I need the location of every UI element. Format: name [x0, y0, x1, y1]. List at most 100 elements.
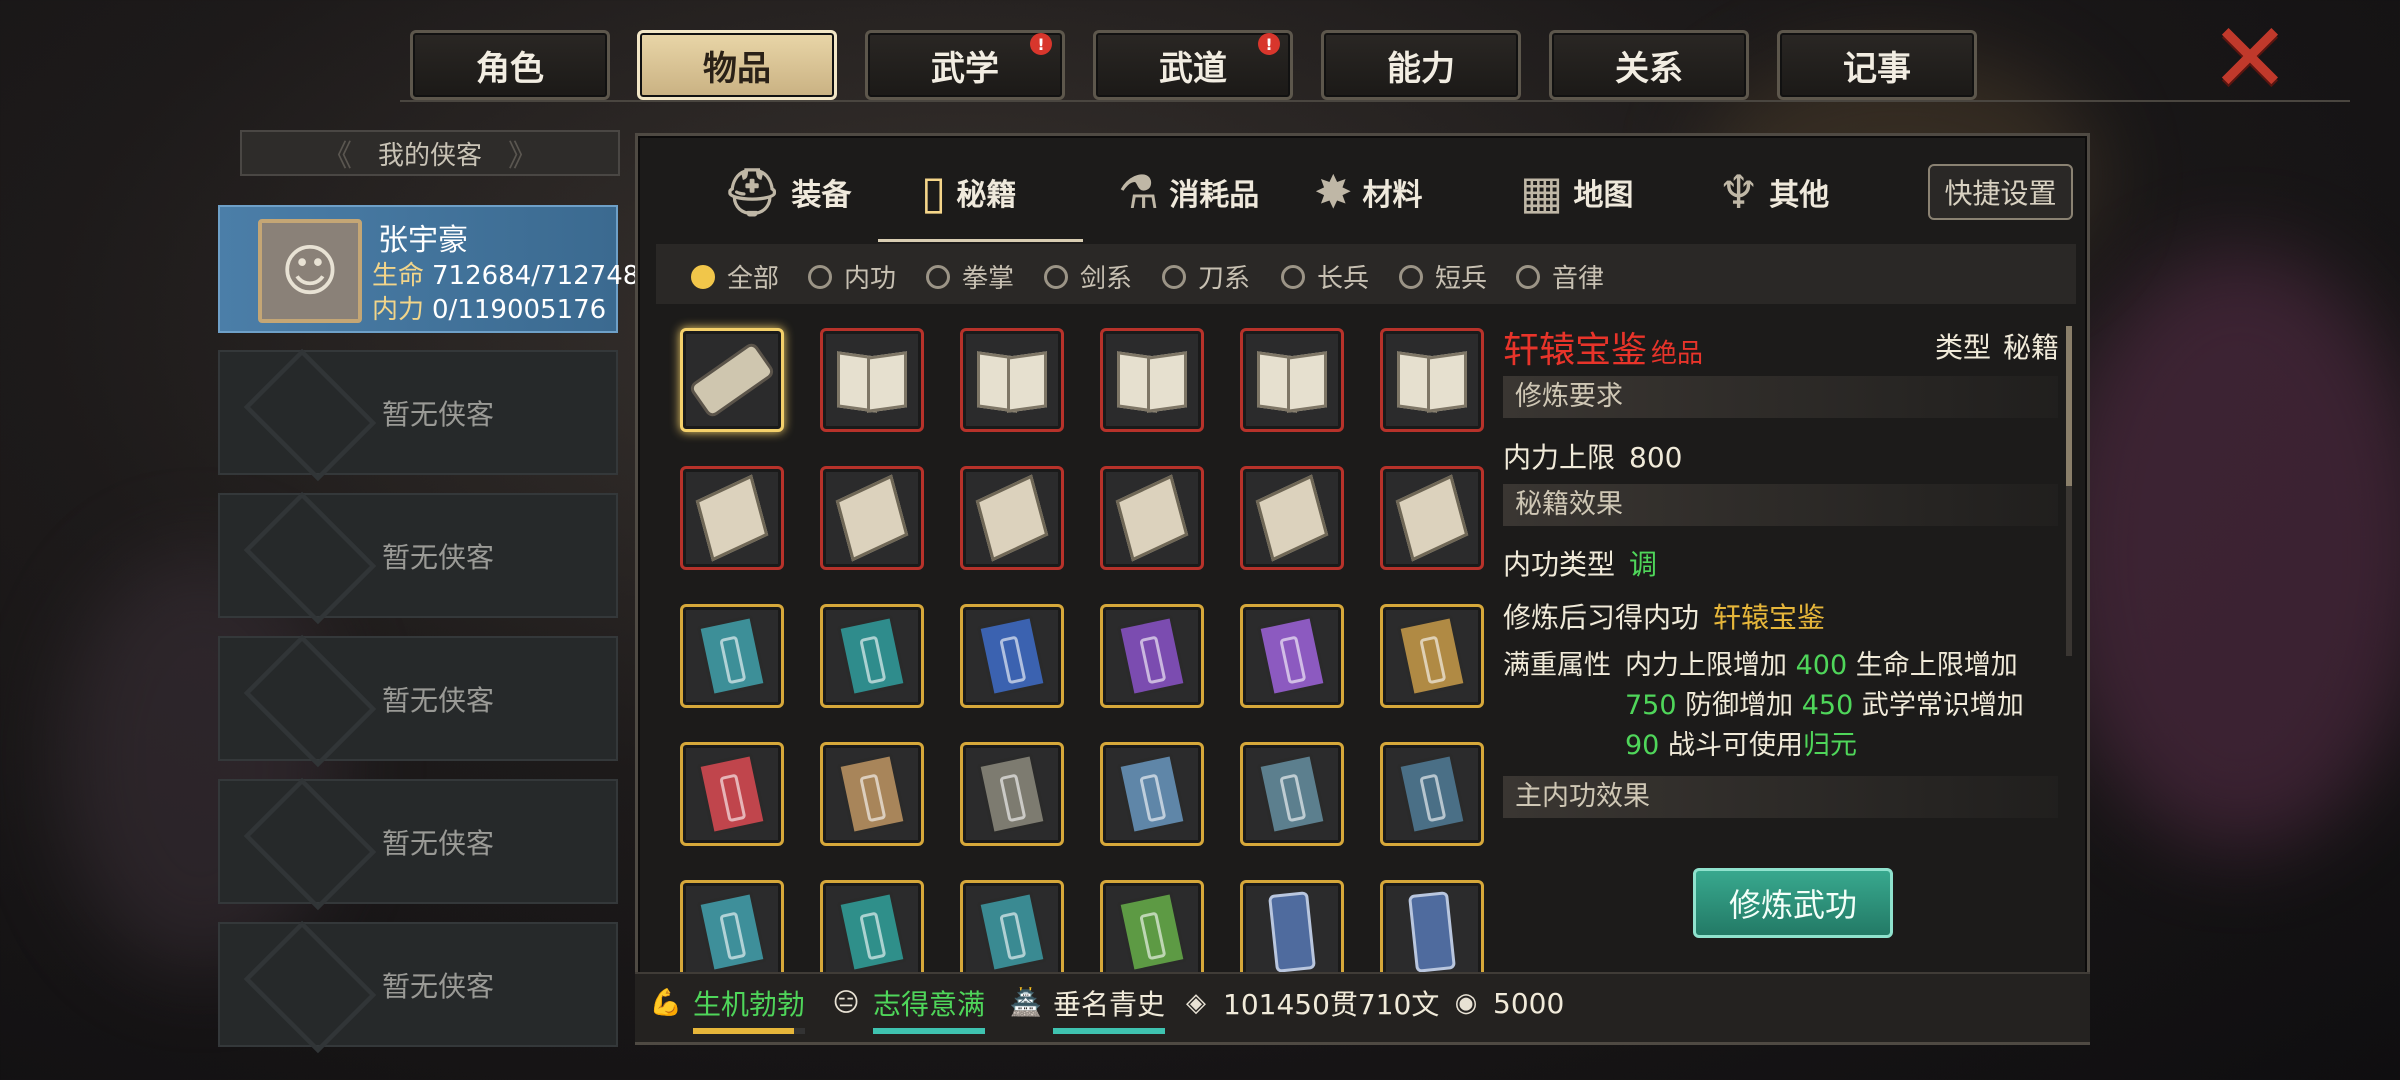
- worn-book-icon: [835, 474, 909, 562]
- item-slot[interactable]: [1100, 328, 1204, 432]
- item-slot[interactable]: [1100, 466, 1204, 570]
- radio-icon: [1281, 264, 1305, 289]
- top-tab[interactable]: 记事: [1777, 30, 1977, 100]
- category-tab[interactable]: ▦ 地图: [1520, 156, 1633, 228]
- worn-book-icon: [975, 474, 1049, 562]
- open-book-icon: [1117, 354, 1187, 406]
- item-slot[interactable]: [1100, 742, 1204, 846]
- category-label: 消耗品: [1169, 178, 1260, 213]
- item-slot[interactable]: [820, 880, 924, 984]
- filter-option[interactable]: 长兵: [1281, 258, 1369, 295]
- item-slot[interactable]: [680, 880, 784, 984]
- filter-label: 全部: [727, 264, 780, 294]
- filter-option[interactable]: 音律: [1516, 258, 1604, 295]
- top-tab[interactable]: 角色: [410, 30, 610, 100]
- item-slot[interactable]: [1100, 880, 1204, 984]
- status-bar: 💪 生机勃勃 😑 志得意满 🏯 垂名青史 ◈ 101450贯710文 ◉ 5000: [635, 972, 2090, 1042]
- filter-option[interactable]: 短兵: [1399, 258, 1487, 295]
- item-slot[interactable]: [1100, 604, 1204, 708]
- item-slot[interactable]: [1240, 328, 1344, 432]
- requirement-header: 修炼要求: [1503, 376, 2058, 418]
- attribute-text-part: 生命上限增加: [1847, 650, 2018, 681]
- item-slot[interactable]: [960, 604, 1064, 708]
- category-tab[interactable]: ▯ 秘籍: [921, 156, 1016, 228]
- empty-party-slot[interactable]: 暂无侠客: [218, 920, 618, 1054]
- top-tab-label: 记事: [1843, 48, 1911, 89]
- category-tab[interactable]: ♆ 其他: [1718, 156, 1829, 228]
- learn-value: 轩辕宝鉴: [1713, 601, 1826, 634]
- item-slot[interactable]: [1380, 466, 1484, 570]
- filter-option[interactable]: 全部: [691, 258, 779, 295]
- item-slot[interactable]: [960, 742, 1064, 846]
- category-tab[interactable]: ⚗ 消耗品: [1118, 156, 1259, 228]
- silhouette-icon: [243, 348, 377, 482]
- item-slot[interactable]: [680, 742, 784, 846]
- category-label: 材料: [1362, 178, 1423, 213]
- filter-option[interactable]: 内功: [808, 258, 896, 295]
- empty-party-slot[interactable]: 暂无侠客: [218, 491, 618, 625]
- item-slot[interactable]: [820, 466, 924, 570]
- item-slot[interactable]: [1240, 466, 1344, 570]
- inner-type-label: 内功类型: [1503, 548, 1616, 581]
- item-slot[interactable]: [1380, 742, 1484, 846]
- item-slot[interactable]: [960, 880, 1064, 984]
- manual-book-icon: [977, 890, 1047, 974]
- quick-settings-button[interactable]: 快捷设置: [1928, 164, 2073, 220]
- filter-label: 剑系: [1080, 264, 1133, 294]
- category-tab[interactable]: ✸ 材料: [1314, 156, 1423, 228]
- detail-scrollbar[interactable]: [2066, 326, 2072, 656]
- filter-option[interactable]: 剑系: [1044, 258, 1132, 295]
- learn-label: 修炼后习得内功: [1503, 601, 1700, 634]
- item-slot[interactable]: [680, 328, 784, 432]
- empty-party-slot[interactable]: 暂无侠客: [218, 634, 618, 768]
- radio-icon: [1044, 264, 1068, 289]
- empty-party-slot[interactable]: 暂无侠客: [218, 348, 618, 482]
- learn-line: 修炼后习得内功 轩辕宝鉴: [1503, 596, 1825, 636]
- filter-option[interactable]: 拳掌: [926, 258, 1014, 295]
- status-stat: 🏯 垂名青史: [1005, 982, 1165, 1024]
- category-label: 其他: [1769, 178, 1830, 213]
- open-book-icon: [1397, 354, 1467, 406]
- item-slot[interactable]: [820, 742, 924, 846]
- manual-book-icon: [697, 890, 767, 974]
- top-tab[interactable]: 武道!: [1093, 30, 1293, 100]
- empty-slot-label: 暂无侠客: [381, 683, 494, 717]
- train-skill-button[interactable]: 修炼武功: [1693, 868, 1893, 938]
- item-slot[interactable]: [680, 604, 784, 708]
- item-slot[interactable]: [820, 328, 924, 432]
- attribute-text-part: 战斗可使用: [1659, 730, 1803, 761]
- top-tab[interactable]: 物品: [637, 30, 837, 100]
- filter-option[interactable]: 刀系: [1162, 258, 1250, 295]
- item-slot[interactable]: [1240, 604, 1344, 708]
- attribute-value: 750: [1625, 690, 1677, 721]
- item-slot[interactable]: [960, 328, 1064, 432]
- category-tab[interactable]: ⛑ 装备: [723, 156, 851, 228]
- top-tab[interactable]: 关系: [1549, 30, 1749, 100]
- empty-party-slot[interactable]: 暂无侠客: [218, 777, 618, 911]
- coin-icon: ◈: [1186, 988, 1206, 1018]
- helmet-warrior-icon: ☺: [258, 219, 362, 323]
- manual-book-icon: [1397, 752, 1467, 836]
- item-slot[interactable]: [960, 466, 1064, 570]
- top-tab-label: 角色: [476, 48, 544, 89]
- silhouette-icon: [243, 777, 377, 911]
- mp-stat: 内力 0/119005176: [372, 289, 606, 326]
- status-label: 101450贯710文: [1223, 988, 1440, 1021]
- character-card[interactable]: ☺ 张宇豪 生命 712684/712748 内力 0/119005176: [218, 205, 639, 333]
- item-slot[interactable]: [1240, 880, 1344, 984]
- item-slot[interactable]: [1240, 742, 1344, 846]
- top-tab[interactable]: 武学!: [865, 30, 1065, 100]
- face-icon: 😑: [832, 988, 860, 1018]
- item-slot[interactable]: [1380, 880, 1484, 984]
- close-button[interactable]: ✕: [2205, 10, 2295, 106]
- item-slot[interactable]: [820, 604, 924, 708]
- item-slot[interactable]: [1380, 604, 1484, 708]
- top-tab[interactable]: 能力: [1321, 30, 1521, 100]
- item-slot[interactable]: [680, 466, 784, 570]
- mp-value: 0/119005176: [432, 295, 607, 325]
- status-label: 垂名青史: [1053, 988, 1166, 1021]
- item-slot[interactable]: [1380, 328, 1484, 432]
- open-book-icon: [837, 354, 907, 406]
- status-label: 生机勃勃: [693, 988, 806, 1021]
- radio-icon: [1516, 264, 1540, 289]
